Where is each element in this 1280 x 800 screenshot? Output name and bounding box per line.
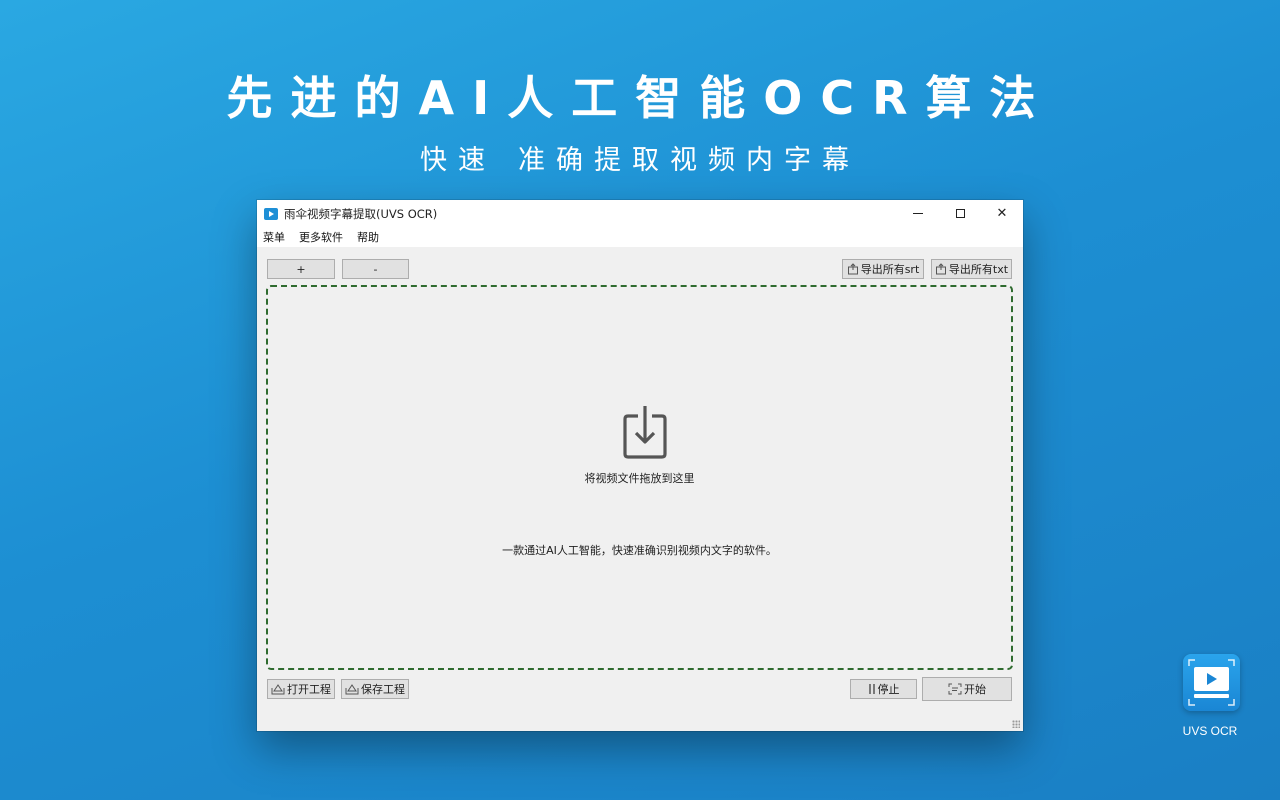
project-icon <box>271 684 285 695</box>
video-dropzone[interactable]: 将视频文件拖放到这里 一款通过AI人工智能，快速准确识别视频内文字的软件。 <box>266 285 1013 670</box>
add-button-label: + <box>296 262 306 276</box>
remove-button-label: - <box>373 262 378 276</box>
promo-headline: 先进的AI人工智能OCR算法 <box>226 71 1054 125</box>
export-srt-button[interactable]: 导出所有srt <box>842 259 924 279</box>
video-play-icon <box>264 207 278 220</box>
promo-subline-part1: 快速 <box>420 145 496 176</box>
add-button[interactable]: + <box>267 259 335 279</box>
export-icon <box>847 263 858 275</box>
export-srt-label: 导出所有srt <box>860 263 920 276</box>
brand-name: UVS OCR <box>1182 724 1238 738</box>
stop-label: 停止 <box>877 683 900 696</box>
promo-subline-part2: 准确提取视频内字幕 <box>518 145 860 176</box>
save-project-button[interactable]: 保存工程 <box>341 679 409 699</box>
window-controls: ✕ <box>897 200 1023 227</box>
scan-icon <box>948 683 962 695</box>
close-icon: ✕ <box>996 206 1008 221</box>
start-button[interactable]: 开始 <box>922 677 1012 701</box>
dropzone-hint: 将视频文件拖放到这里 <box>584 472 695 485</box>
export-icon <box>935 263 946 275</box>
maximize-button[interactable] <box>939 200 981 227</box>
minimize-button[interactable] <box>897 200 939 227</box>
video-play-icon <box>1188 659 1235 706</box>
start-label: 开始 <box>964 683 986 696</box>
open-project-button[interactable]: 打开工程 <box>267 679 335 699</box>
promo-subline: 快速 准确提取视频内字幕 <box>0 138 1280 177</box>
export-txt-label: 导出所有txt <box>948 263 1009 276</box>
maximize-icon <box>955 209 965 218</box>
resize-grip[interactable] <box>1012 720 1020 728</box>
toolbar: + - 导出所有srt 导出所有txt <box>257 247 1023 285</box>
menu-bar: 菜单 更多软件 帮助 <box>257 227 1023 247</box>
menu-item-help[interactable]: 帮助 <box>357 229 379 245</box>
download-tray-icon <box>623 406 667 459</box>
project-icon <box>345 684 359 695</box>
title-bar[interactable]: 雨伞视频字幕提取(UVS OCR) ✕ <box>257 200 1023 227</box>
stop-icon <box>868 684 875 694</box>
save-project-label: 保存工程 <box>361 683 405 696</box>
window-title: 雨伞视频字幕提取(UVS OCR) <box>284 206 438 221</box>
menu-item-menu[interactable]: 菜单 <box>263 229 285 245</box>
stop-button[interactable]: 停止 <box>850 679 917 699</box>
menu-item-more-software[interactable]: 更多软件 <box>299 229 343 245</box>
close-button[interactable]: ✕ <box>981 200 1023 227</box>
remove-button[interactable]: - <box>342 259 409 279</box>
export-txt-button[interactable]: 导出所有txt <box>931 259 1012 279</box>
open-project-label: 打开工程 <box>287 683 331 696</box>
minimize-icon <box>913 213 923 214</box>
app-description: 一款通过AI人工智能，快速准确识别视频内文字的软件。 <box>502 544 777 557</box>
app-window: 雨伞视频字幕提取(UVS OCR) ✕ 菜单 更多软件 帮助 + - 导出所有s… <box>257 200 1023 731</box>
brand-logo-icon <box>1183 654 1240 711</box>
